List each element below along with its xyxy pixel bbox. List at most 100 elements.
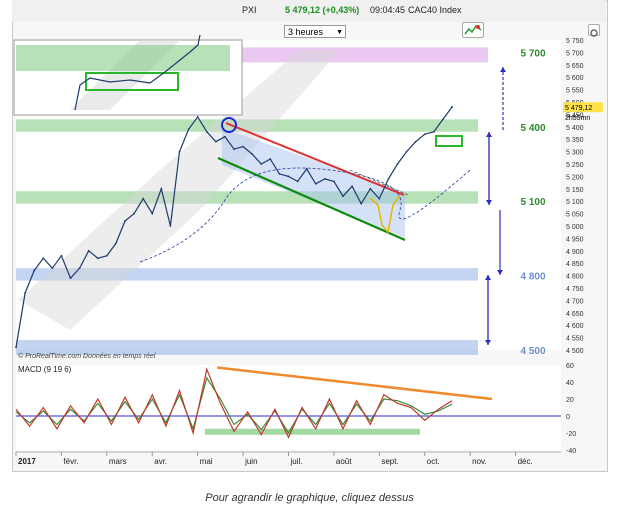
price-point [242,145,244,148]
macd-y-tick: 0 [566,414,570,421]
price-point [224,135,226,138]
price-point [78,267,81,270]
price-point [251,153,254,155]
price-point [387,177,390,180]
level-label: 5 400 [520,123,545,134]
y-tick-label: 4 600 [566,323,584,330]
x-tick-label: mars [109,457,127,466]
y-tick-label: 4 900 [566,249,584,256]
price-point [296,180,299,183]
y-tick-label: 4 800 [566,274,584,281]
caption: Pour agrandir le graphique, cliquez dess… [205,492,414,504]
y-tick-label: 4 500 [566,348,584,355]
level-label: 5 700 [520,48,545,59]
price-point [451,106,453,108]
price-point [178,150,181,153]
price-point [69,277,72,279]
y-tick-label: 5 650 [566,63,584,70]
watermark: © ProRealTime.com Données en temps réel [18,352,156,360]
price-point [33,269,36,272]
zone-green-2 [16,191,478,204]
macd-green-band [205,428,420,435]
x-tick-label: juil. [290,457,303,466]
price-point [105,254,108,257]
price-point [396,163,399,165]
x-tick-label: nov. [472,457,487,466]
y-tick-label: 5 050 [566,212,584,219]
price-point [205,130,208,133]
y-tick-label: 5 250 [566,162,584,169]
price-point [378,197,381,200]
price-point [151,212,154,215]
price-point [142,197,145,200]
y-tick-label: 4 850 [566,261,584,268]
price-point [360,202,363,205]
price-point [51,267,54,270]
x-tick-label: déc. [518,457,533,466]
y-tick-label: 4 550 [566,336,584,343]
price-point [405,150,408,153]
y-tick-label: 5 200 [566,174,584,181]
price-point [214,140,217,143]
price-point [187,128,190,131]
price-point [133,212,135,215]
y-tick-label: 5 350 [566,137,584,144]
y-tick-label: 5 100 [566,199,584,206]
inset-zone [16,45,230,71]
macd-y-tick: 60 [566,363,574,370]
price-point [24,292,26,294]
chart-canvas: 5 700 5 400 5 100 4 800 4 500 5 750 5 700 5 650… [13,34,603,466]
level-label: 4 500 [520,346,545,357]
x-tick-label: mai [200,457,213,466]
y-tick-label: 5 150 [566,187,584,194]
y-tick-label: 5 400 [566,125,584,132]
price-point [278,173,281,175]
price-point [196,115,199,118]
price-point [169,225,172,227]
macd-y-tick: -20 [566,431,576,438]
price-point [314,182,317,185]
price-point [305,168,308,170]
level-label: 5 100 [520,197,545,208]
x-tick-label: févr. [63,457,78,466]
price-point [42,257,45,260]
x-tick-label: oct. [427,457,440,466]
price-point [432,130,435,133]
price-point [369,187,372,190]
macd-y-tick: -40 [566,448,576,455]
price-point [351,185,353,188]
price-point [442,118,444,121]
y-tick-label: 5 550 [566,88,584,95]
y-tick-label: 5 000 [566,224,584,231]
price-point [323,177,326,180]
y-tick-label: 5 700 [566,50,584,57]
zone-purple-0 [242,47,488,63]
x-tick-label: avr. [154,457,167,466]
price-point [287,175,290,178]
x-tick-label: 2017 [18,457,36,466]
price-point [269,158,272,160]
price-point [414,140,417,143]
macd-y-tick: 20 [566,397,574,404]
y-tick-label: 4 950 [566,236,584,243]
price-point [15,346,17,349]
y-tick-label: 4 750 [566,286,584,293]
price-point [115,242,117,245]
y-tick-label: 5 750 [566,38,584,45]
x-tick-label: sept. [381,457,398,466]
price-point [333,180,335,183]
x-tick-label: juin [244,457,257,466]
x-tick-label: août [336,457,352,466]
price-point [60,254,63,257]
price-point [342,195,344,198]
macd-y-tick: 40 [566,380,574,387]
level-label: 4 800 [520,272,545,283]
price-point [423,133,426,136]
y-tick-label: 5 600 [566,75,584,82]
price-point [160,187,163,190]
price-point [260,163,263,165]
price-point [233,148,235,151]
y-tick-label: 4 700 [566,298,584,305]
price-point [96,257,99,260]
y-tick-label: 5 300 [566,150,584,157]
